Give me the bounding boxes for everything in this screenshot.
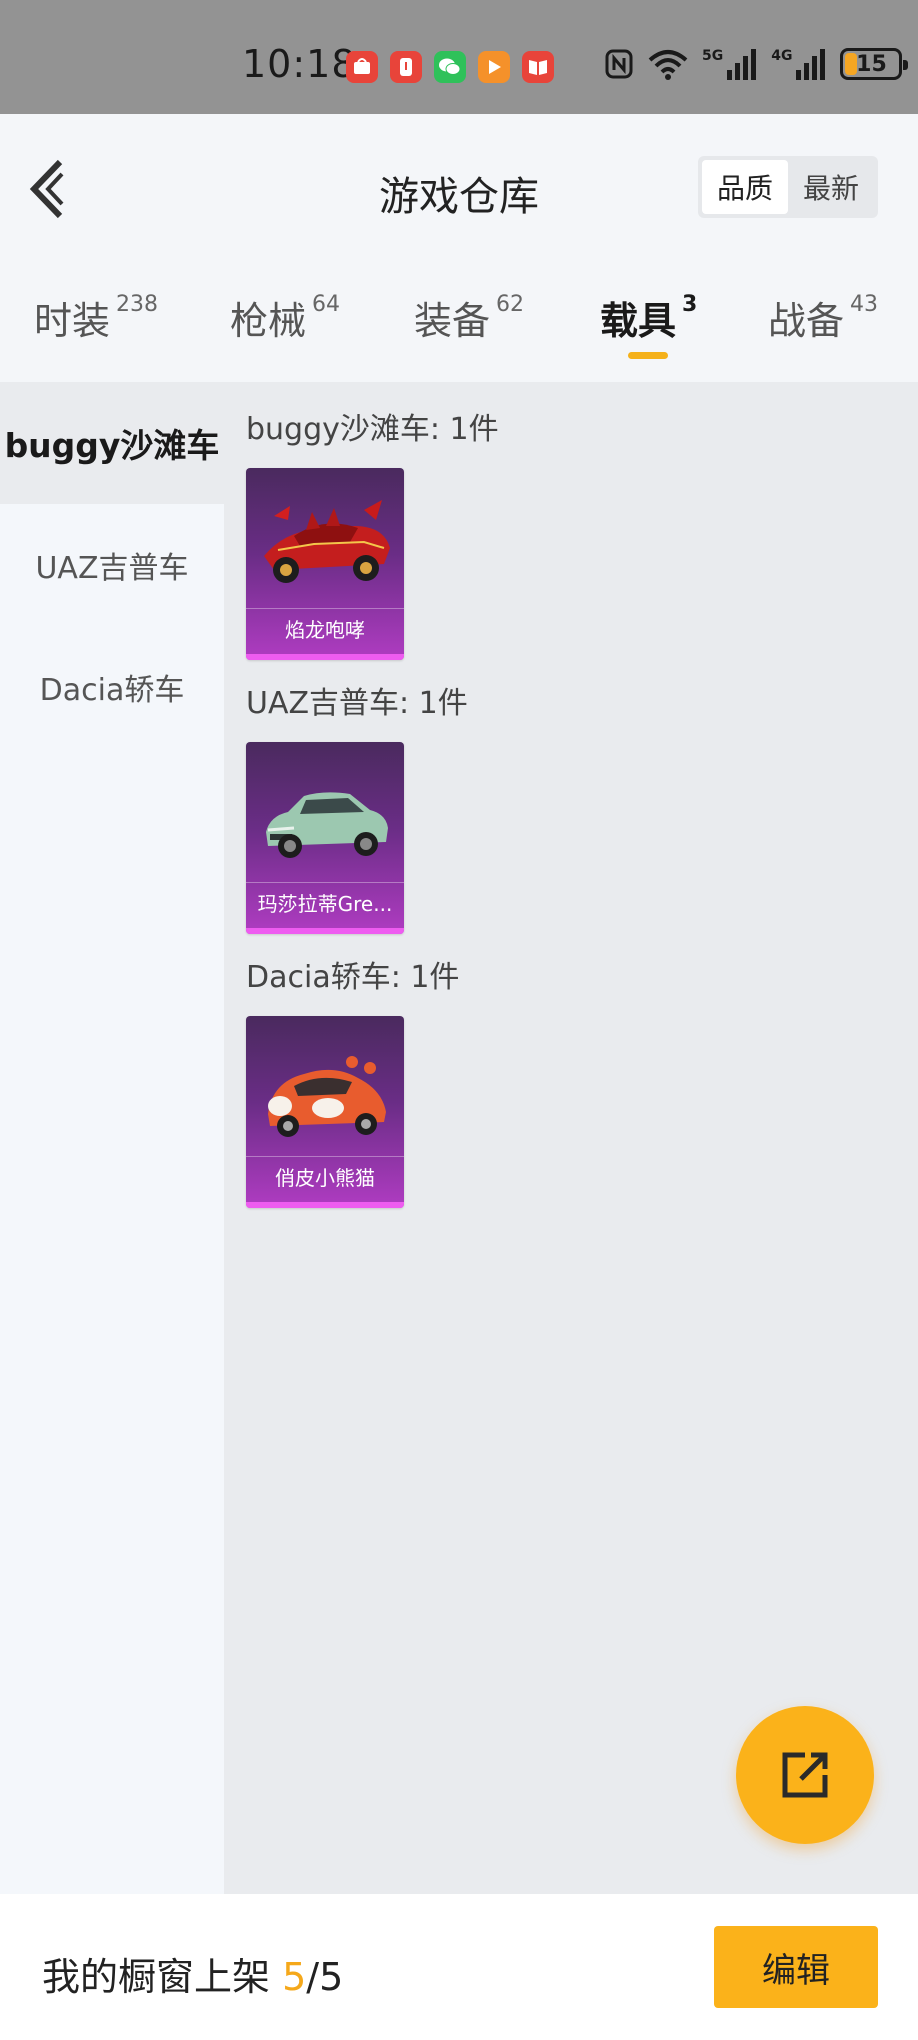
header: 游戏仓库 品质 最新: [0, 114, 918, 264]
group-dacia: Dacia轿车: 1件 俏皮小熊猫: [246, 952, 459, 1208]
tab-fashion[interactable]: 时装 238: [34, 290, 158, 345]
notification-icons: [346, 51, 554, 83]
sidebar-item-buggy[interactable]: buggy沙滩车: [0, 382, 224, 504]
footer-bar: 我的橱窗上架 5/5 编辑: [0, 1894, 918, 2040]
status-bar: 10:18 5G 4G 15: [0, 0, 918, 114]
category-tabs: 时装 238 枪械 64 装备 62 载具 3 战备 43: [0, 264, 918, 382]
item-card[interactable]: 俏皮小熊猫: [246, 1016, 404, 1208]
rarity-bar: [246, 928, 404, 934]
notification-app-icon: [390, 51, 422, 83]
showcase-count-current: 5: [282, 1955, 307, 1999]
panda-beetle-image: [268, 1056, 386, 1137]
nfc-icon: [604, 48, 634, 80]
tab-vehicles[interactable]: 载具 3: [600, 290, 697, 345]
tab-weapons[interactable]: 枪械 64: [230, 290, 340, 345]
green-suv-image: [266, 792, 388, 858]
sort-by-newest-button[interactable]: 最新: [788, 160, 874, 214]
group-title: buggy沙滩车: 1件: [246, 412, 499, 447]
group-uaz: UAZ吉普车: 1件 玛莎拉蒂Gre...: [246, 678, 468, 934]
showcase-status: 我的橱窗上架 5/5: [42, 1946, 343, 2001]
signal-5g-icon: 5G: [702, 48, 757, 80]
vehicle-type-sidebar: buggy沙滩车 UAZ吉普车 Dacia轿车: [0, 382, 224, 1894]
video-app-icon: [478, 51, 510, 83]
sidebar-item-dacia[interactable]: Dacia轿车: [0, 626, 224, 748]
vehicle-list: buggy沙滩车: 1件 焰龙咆哮 UAZ吉普车: 1件 玛莎拉蒂Gre... …: [224, 382, 918, 1894]
item-name: 焰龙咆哮: [246, 608, 404, 648]
tab-battle-prep[interactable]: 战备 43: [768, 290, 878, 345]
item-card[interactable]: 玛莎拉蒂Gre...: [246, 742, 404, 934]
rarity-bar: [246, 1202, 404, 1208]
item-card[interactable]: 焰龙咆哮: [246, 468, 404, 660]
active-tab-indicator: [628, 352, 668, 359]
sort-toggle: 品质 最新: [698, 156, 878, 218]
signal-4g-icon: 4G: [771, 48, 826, 80]
edit-button[interactable]: 编辑: [714, 1926, 878, 2008]
battery-icon: 15: [840, 48, 909, 80]
reader-app-icon: [522, 51, 554, 83]
share-button[interactable]: [736, 1706, 874, 1844]
showcase-count-total: /5: [306, 1955, 344, 1999]
system-icons: 5G 4G 15: [604, 48, 909, 80]
group-title: Dacia轿车: 1件: [246, 960, 460, 995]
share-external-icon: [782, 1752, 828, 1798]
sort-by-quality-button[interactable]: 品质: [702, 160, 788, 214]
wechat-icon: [434, 51, 466, 83]
rarity-bar: [246, 654, 404, 660]
group-title: UAZ吉普车: 1件: [246, 686, 468, 721]
item-name: 玛莎拉蒂Gre...: [246, 882, 404, 922]
wifi-icon: [648, 48, 688, 80]
group-buggy: buggy沙滩车: 1件 焰龙咆哮: [246, 404, 499, 660]
item-name: 俏皮小熊猫: [246, 1156, 404, 1196]
status-time: 10:18: [242, 42, 357, 86]
huawei-store-icon: [346, 51, 378, 83]
sidebar-item-uaz[interactable]: UAZ吉普车: [0, 504, 224, 626]
battery-level: 15: [856, 51, 887, 77]
tab-equipment[interactable]: 装备 62: [414, 290, 524, 345]
dragon-buggy-image: [264, 500, 390, 583]
showcase-label: 我的橱窗上架: [42, 1955, 271, 1999]
